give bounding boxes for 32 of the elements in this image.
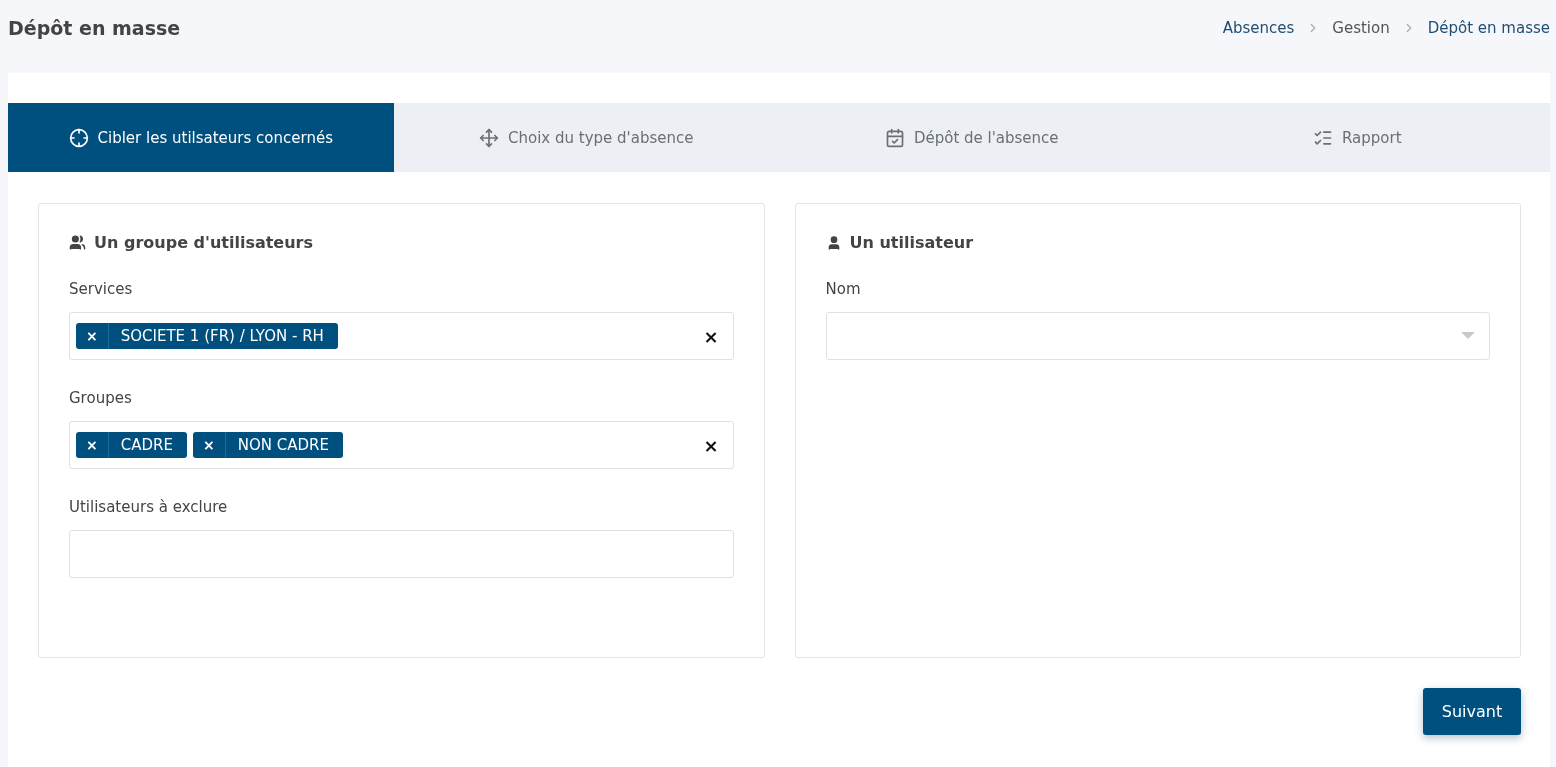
panel-title: Un utilisateur bbox=[849, 233, 974, 252]
breadcrumb-link[interactable]: Dépôt en masse bbox=[1427, 18, 1550, 37]
next-button[interactable]: Suivant bbox=[1423, 688, 1521, 735]
step-tab[interactable]: Choix du type d'absence bbox=[393, 103, 779, 172]
selected-tag: × SOCIETE 1 (FR) / LYON - RH bbox=[76, 323, 338, 349]
selected-tag: × CADRE bbox=[76, 432, 187, 458]
input-field[interactable] bbox=[69, 530, 734, 578]
select-field[interactable] bbox=[825, 312, 1490, 360]
breadcrumb-link[interactable]: Gestion bbox=[1332, 18, 1390, 37]
move-icon bbox=[479, 127, 500, 148]
multi-select-field[interactable]: × CADRE × NON CADRE × bbox=[69, 421, 734, 469]
users-icon bbox=[69, 234, 86, 251]
tag-remove-button[interactable]: × bbox=[76, 323, 109, 349]
multi-select-field[interactable]: × SOCIETE 1 (FR) / LYON - RH × bbox=[69, 312, 734, 360]
panel-title: Un groupe d'utilisateurs bbox=[94, 233, 314, 252]
clear-button[interactable]: × bbox=[703, 434, 719, 456]
step-tab[interactable]: Rapport bbox=[1164, 103, 1550, 172]
caret-icon bbox=[1461, 332, 1475, 340]
page-title: Dépôt en masse bbox=[8, 16, 181, 39]
crosshair-icon bbox=[68, 127, 89, 148]
step-tab[interactable]: Dépôt de l'absence bbox=[779, 103, 1165, 172]
field-label: Groupes bbox=[69, 389, 133, 407]
selected-tag: × NON CADRE bbox=[192, 432, 343, 458]
field-label: Nom bbox=[825, 280, 862, 298]
tag-remove-button[interactable]: × bbox=[192, 432, 226, 458]
tag-remove-button[interactable]: × bbox=[76, 432, 109, 458]
breadcrumb-link[interactable]: Absences bbox=[1222, 18, 1295, 37]
field-label: Services bbox=[69, 280, 134, 298]
clear-button[interactable]: × bbox=[703, 325, 719, 347]
field-label: Utilisateurs à exclure bbox=[69, 498, 229, 516]
step-tab[interactable]: Cibler les utilsateurs concernés bbox=[8, 103, 394, 172]
calendar-icon bbox=[884, 127, 905, 148]
